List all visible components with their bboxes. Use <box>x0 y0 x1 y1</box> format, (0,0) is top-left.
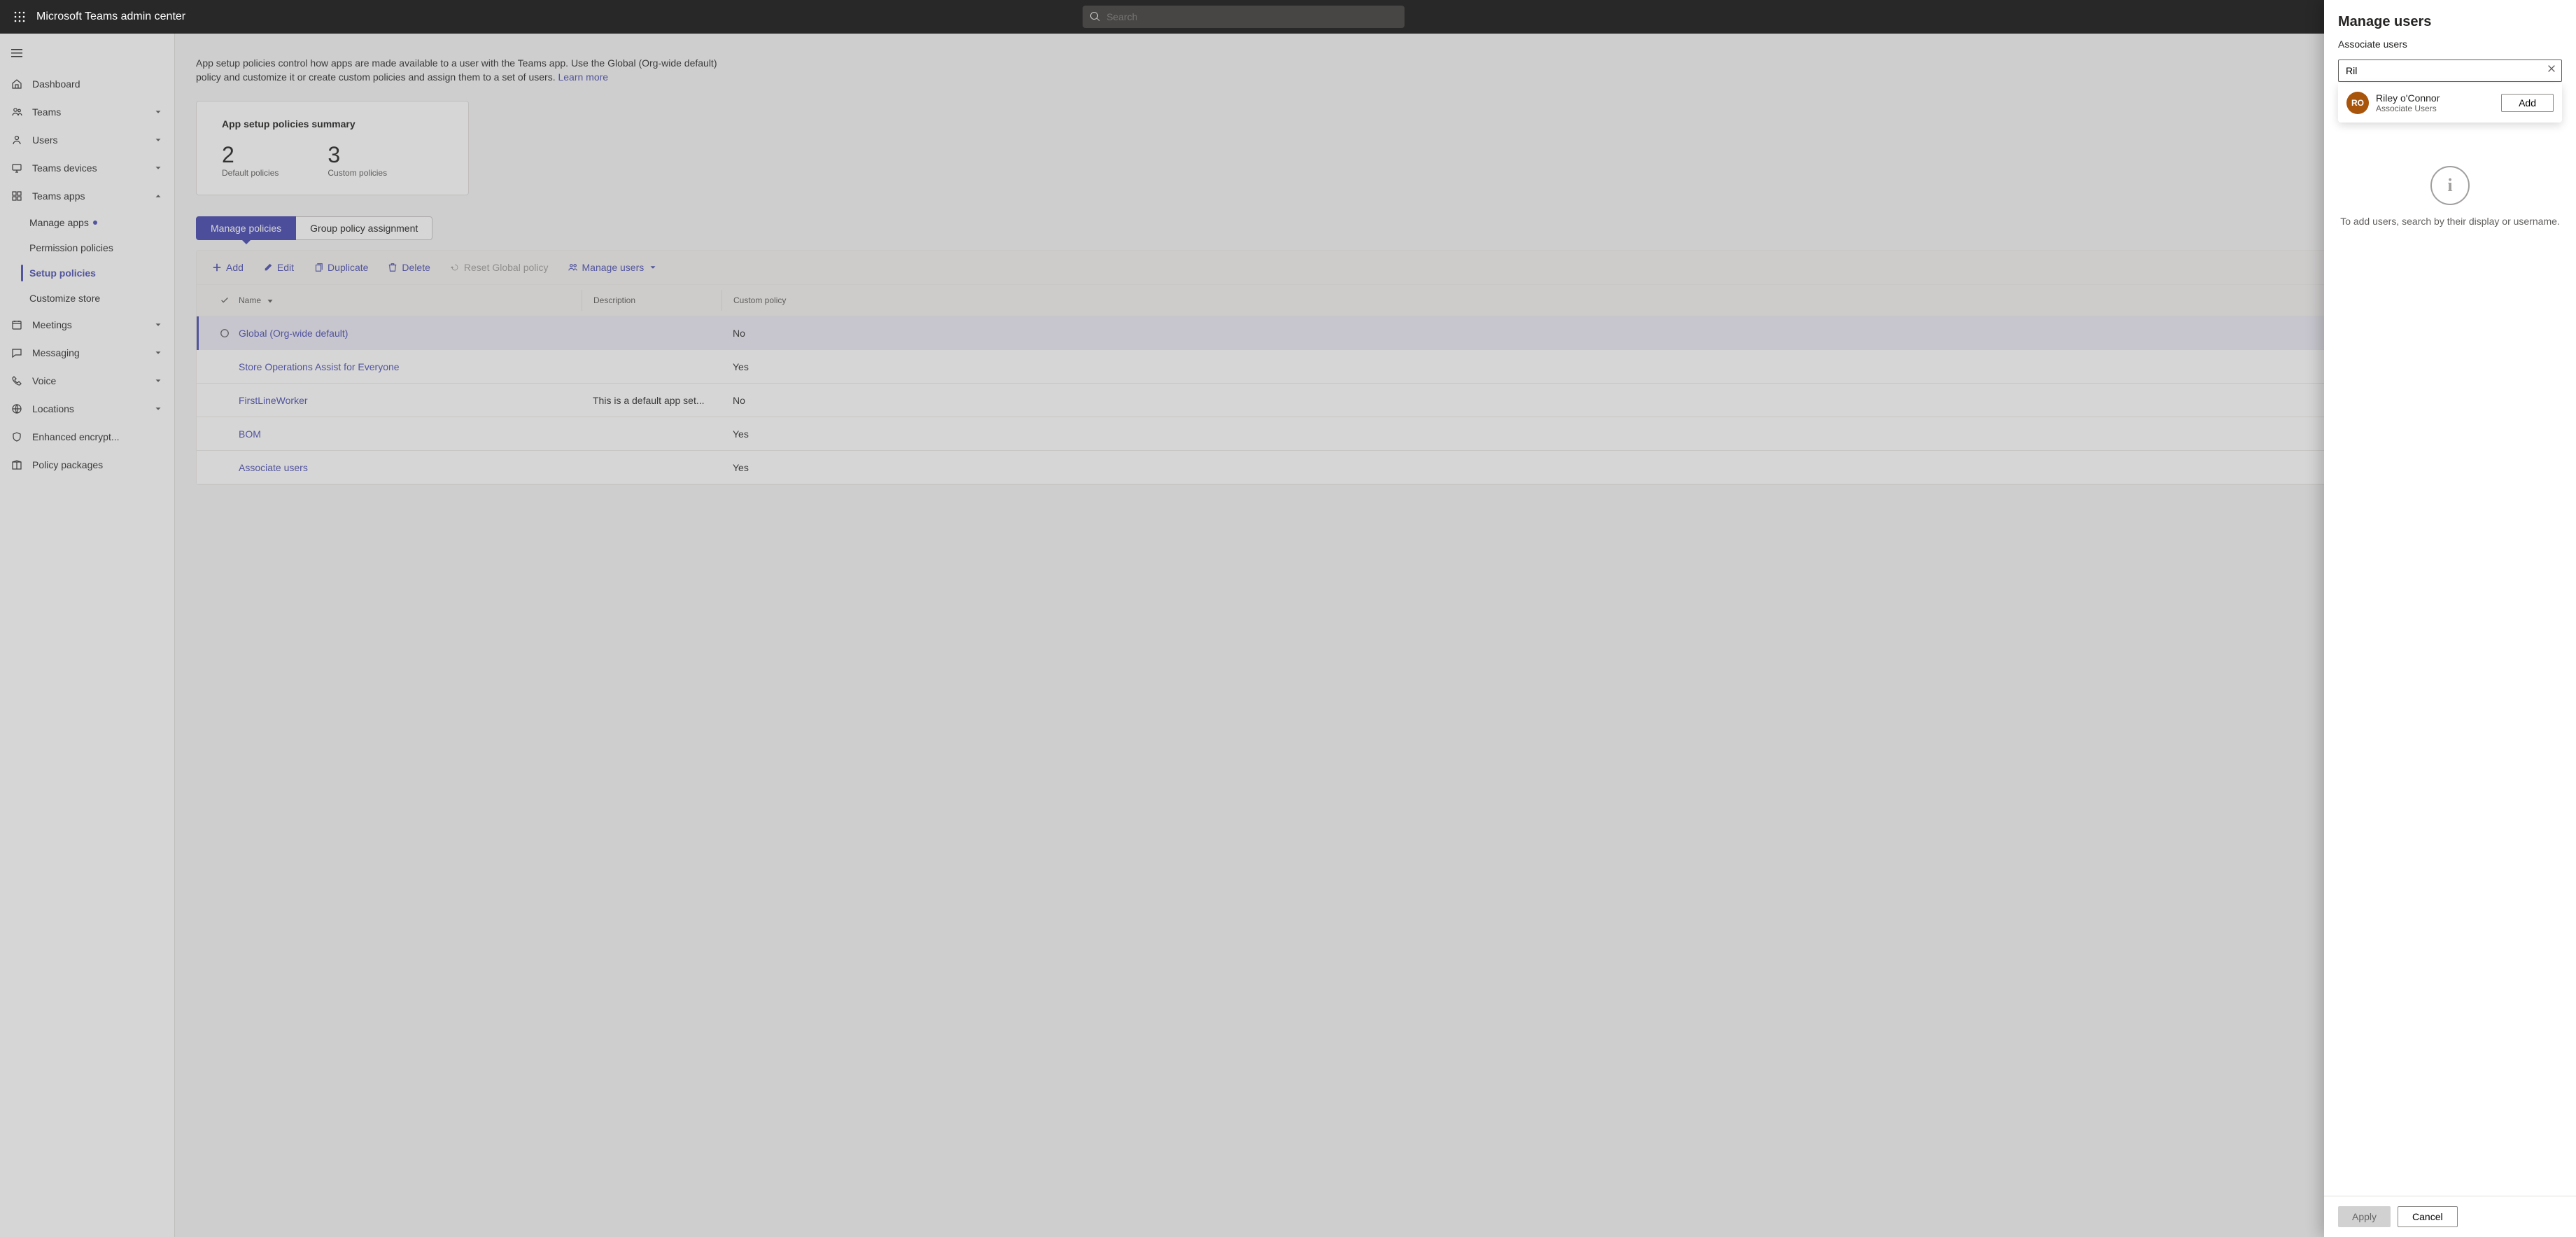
user-avatar: RO <box>2346 92 2369 114</box>
panel-subtitle: Associate users <box>2338 39 2562 50</box>
global-search-input[interactable] <box>1106 11 1398 22</box>
empty-state-text: To add users, search by their display or… <box>2340 215 2560 228</box>
panel-footer: Apply Cancel <box>2324 1196 2576 1237</box>
app-title: Microsoft Teams admin center <box>36 11 185 23</box>
global-search[interactable] <box>1083 6 1405 28</box>
suggestion-name: Riley o'Connor <box>2376 92 2501 104</box>
manage-users-panel: Manage users Associate users RO Riley o'… <box>2324 0 2576 1237</box>
cancel-button[interactable]: Cancel <box>2398 1206 2458 1227</box>
top-bar: Microsoft Teams admin center <box>0 0 2576 34</box>
apply-button[interactable]: Apply <box>2338 1206 2391 1227</box>
search-suggestion-dropdown: RO Riley o'Connor Associate Users Add <box>2338 83 2562 123</box>
app-launcher-icon[interactable] <box>8 6 31 28</box>
info-icon: i <box>2430 166 2470 205</box>
panel-user-search: RO Riley o'Connor Associate Users Add <box>2338 60 2562 82</box>
panel-title: Manage users <box>2338 14 2562 30</box>
suggestion-info: Riley o'Connor Associate Users <box>2376 92 2501 113</box>
suggestion-row[interactable]: RO Riley o'Connor Associate Users Add <box>2344 89 2556 117</box>
search-icon <box>1090 11 1101 22</box>
shell: Dashboard Teams Users Teams devices Team… <box>0 34 2576 1237</box>
panel-empty-state: i To add users, search by their display … <box>2338 166 2562 1196</box>
suggestion-role: Associate Users <box>2376 104 2501 113</box>
clear-search-icon[interactable] <box>2547 64 2556 76</box>
add-user-button[interactable]: Add <box>2501 94 2554 112</box>
modal-dim-overlay <box>0 34 2576 1237</box>
user-search-input[interactable] <box>2338 60 2562 82</box>
